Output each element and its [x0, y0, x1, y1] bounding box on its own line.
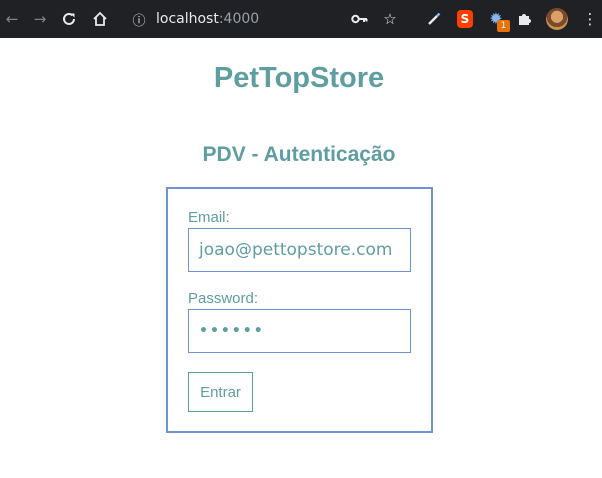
extensions-puzzle-icon[interactable]: [514, 9, 534, 29]
site-info-icon[interactable]: ⓘ: [130, 10, 148, 29]
forward-arrow-icon[interactable]: →: [30, 9, 50, 29]
extension-badge: 1: [497, 20, 510, 32]
home-icon[interactable]: [90, 9, 110, 29]
login-button[interactable]: Entrar: [188, 372, 253, 412]
email-label: Email:: [188, 209, 230, 226]
password-field[interactable]: ••••••: [188, 309, 411, 353]
kebab-menu-icon[interactable]: ⋮: [580, 9, 600, 29]
brand-title: PetTopStore: [213, 62, 385, 94]
page-subtitle: PDV - Autenticação: [202, 143, 396, 166]
url-host: localhost: [156, 11, 219, 27]
back-arrow-icon[interactable]: ←: [2, 9, 22, 29]
bookmark-star-icon[interactable]: ☆: [380, 9, 400, 29]
profile-avatar[interactable]: [546, 8, 568, 30]
reload-icon[interactable]: [59, 9, 79, 29]
url-port: :4000: [218, 11, 260, 27]
url-text[interactable]: localhost:4000: [156, 11, 259, 27]
email-field[interactable]: joao@pettopstore.com: [188, 228, 411, 272]
browser-toolbar: ← → ⓘ localhost:4000 ☆ S ✹ 1 ⋮: [0, 0, 602, 38]
password-label: Password:: [188, 290, 259, 307]
pen-extension-icon[interactable]: [424, 9, 444, 29]
key-icon[interactable]: [350, 9, 370, 29]
login-form: Email: joao@pettopstore.com Password: ••…: [166, 187, 433, 433]
svelte-extension-icon[interactable]: S: [457, 10, 473, 28]
